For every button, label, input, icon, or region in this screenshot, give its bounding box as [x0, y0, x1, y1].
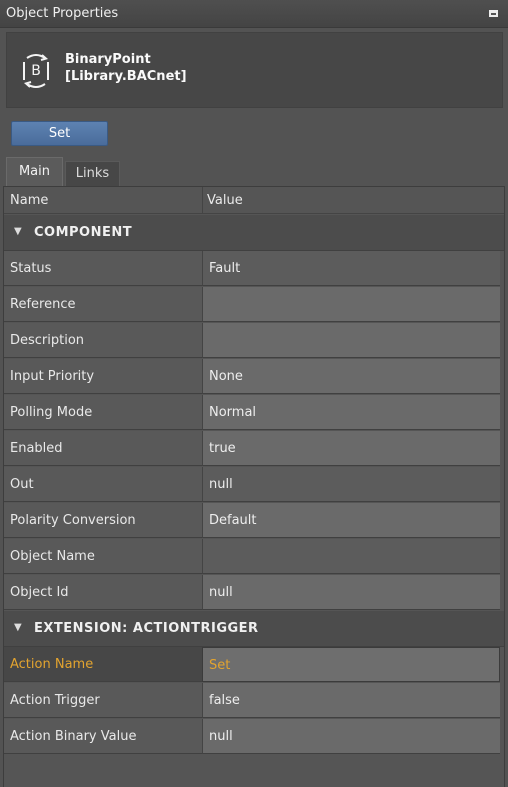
property-name: Enabled	[4, 431, 202, 466]
property-grid: Name Value ▼ COMPONENT Status Fault Refe…	[3, 186, 505, 787]
property-value[interactable]	[202, 287, 500, 322]
property-name: Polarity Conversion	[4, 503, 202, 538]
property-row-out[interactable]: Out null	[4, 467, 504, 503]
property-row-description[interactable]: Description	[4, 323, 504, 359]
property-name: Action Trigger	[4, 683, 202, 718]
property-name: Polling Mode	[4, 395, 202, 430]
group-label: COMPONENT	[34, 225, 133, 240]
property-row-enabled[interactable]: Enabled true	[4, 431, 504, 467]
tab-links[interactable]: Links	[65, 161, 120, 186]
group-component[interactable]: ▼ COMPONENT	[4, 215, 504, 251]
property-row-action-trigger[interactable]: Action Trigger false	[4, 683, 504, 719]
property-value[interactable]: Normal	[202, 395, 500, 430]
object-name-line2: [Library.BACnet]	[65, 69, 187, 84]
property-row-object-name[interactable]: Object Name	[4, 539, 504, 575]
property-row-status[interactable]: Status Fault	[4, 251, 504, 287]
pin-icon[interactable]	[489, 10, 498, 17]
property-row-action-name[interactable]: Action Name Set	[4, 647, 504, 683]
property-value[interactable]: false	[202, 683, 500, 718]
property-value[interactable]: Default	[202, 503, 500, 538]
property-row-polarity-conversion[interactable]: Polarity Conversion Default	[4, 503, 504, 539]
chevron-down-icon[interactable]: ▼	[14, 622, 22, 633]
object-header: B BinaryPoint [Library.BACnet]	[6, 32, 503, 108]
property-name: Input Priority	[4, 359, 202, 394]
property-value[interactable]: true	[202, 431, 500, 466]
property-value[interactable]: Fault	[202, 251, 500, 286]
property-name: Object Id	[4, 575, 202, 610]
tab-main[interactable]: Main	[6, 157, 63, 186]
property-value[interactable]	[202, 323, 500, 358]
property-name: Reference	[4, 287, 202, 322]
column-header-name[interactable]: Name	[10, 193, 48, 208]
grid-header: Name Value	[4, 187, 504, 214]
property-name: Out	[4, 467, 202, 502]
group-extension-actiontrigger[interactable]: ▼ EXTENSION: ACTIONTRIGGER	[4, 611, 504, 647]
property-row-reference[interactable]: Reference	[4, 287, 504, 323]
property-name: Action Binary Value	[4, 719, 202, 754]
object-name: BinaryPoint [Library.BACnet]	[65, 51, 187, 85]
property-name: Action Name	[4, 647, 202, 682]
property-row-action-binary-value[interactable]: Action Binary Value null	[4, 719, 504, 755]
property-row-object-id[interactable]: Object Id null	[4, 575, 504, 611]
set-button[interactable]: Set	[11, 121, 108, 146]
object-icon-letter: B	[31, 63, 41, 79]
property-name: Description	[4, 323, 202, 358]
binary-point-icon: B	[23, 54, 49, 88]
panel-titlebar: Object Properties	[0, 0, 508, 28]
property-name: Object Name	[4, 539, 202, 574]
property-value[interactable]: null	[202, 719, 500, 754]
property-value[interactable]	[202, 539, 500, 574]
object-name-line1: BinaryPoint	[65, 52, 151, 67]
property-value[interactable]: null	[202, 467, 500, 502]
property-value[interactable]: null	[202, 575, 500, 610]
property-name: Status	[4, 251, 202, 286]
property-value[interactable]: Set	[202, 647, 500, 682]
panel-title: Object Properties	[6, 6, 119, 21]
chevron-down-icon[interactable]: ▼	[14, 226, 22, 237]
property-value[interactable]: None	[202, 359, 500, 394]
property-row-polling-mode[interactable]: Polling Mode Normal	[4, 395, 504, 431]
column-divider[interactable]	[202, 187, 203, 214]
property-row-input-priority[interactable]: Input Priority None	[4, 359, 504, 395]
group-label: EXTENSION: ACTIONTRIGGER	[34, 621, 259, 636]
column-header-value[interactable]: Value	[207, 193, 243, 208]
